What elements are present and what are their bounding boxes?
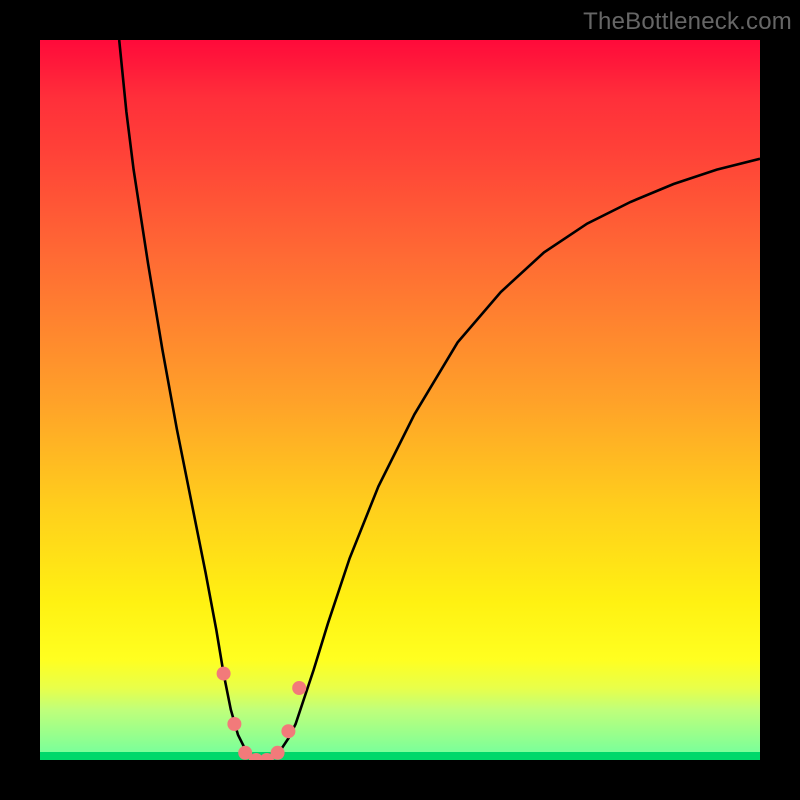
dip-marker (227, 717, 241, 731)
watermark-text: TheBottleneck.com (583, 8, 792, 36)
dip-marker (217, 667, 231, 681)
bottleneck-curve (119, 40, 760, 760)
chart-overlay (40, 40, 760, 760)
plot-area (40, 40, 760, 760)
dip-marker (292, 681, 306, 695)
dip-marker (281, 724, 295, 738)
dip-markers-group (217, 667, 307, 760)
dip-marker (271, 746, 285, 760)
